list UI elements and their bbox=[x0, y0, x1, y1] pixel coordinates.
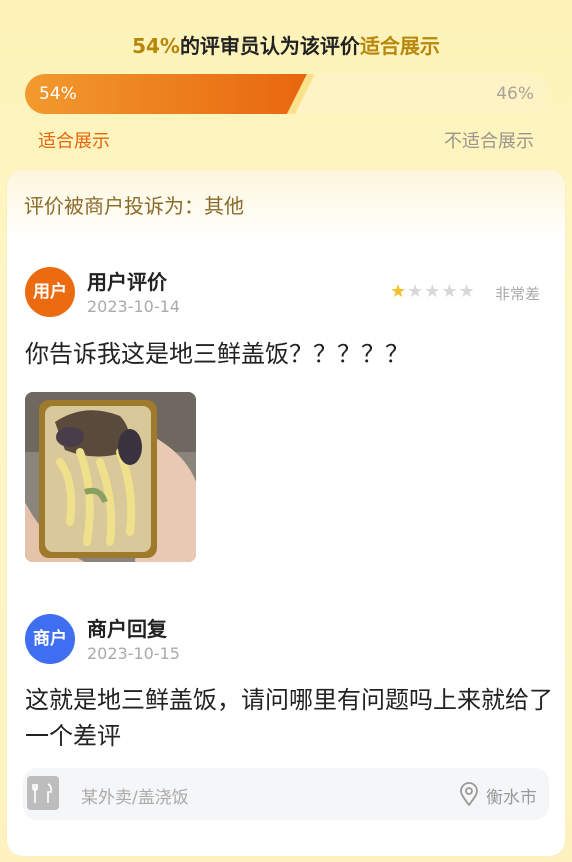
user-avatar: 用户 bbox=[25, 267, 75, 317]
user-review-text: 你告诉我这是地三鲜盖饭？？？？？ bbox=[25, 340, 409, 368]
title-middle: 的评审员认为该评价 bbox=[179, 34, 360, 58]
vote-progress-bar: 54% 46% bbox=[25, 74, 548, 114]
complaint-reason: 评价被商户投诉为：其他 bbox=[24, 194, 244, 218]
suitable-label: 适合展示 bbox=[38, 131, 110, 152]
shop-name: 某外卖/盖浇饭 bbox=[81, 788, 189, 808]
star-empty-icon: ★ bbox=[424, 281, 442, 302]
rating-text: 非常差 bbox=[495, 285, 541, 303]
shop-city: 衡水市 bbox=[486, 788, 537, 808]
unsuitable-label: 不适合展示 bbox=[444, 131, 534, 152]
restaurant-icon bbox=[27, 776, 59, 810]
title-percent: 54% bbox=[132, 34, 180, 58]
user-review-date: 2023-10-14 bbox=[87, 297, 180, 316]
location-pin-icon bbox=[459, 782, 479, 807]
vote-summary: 54%的评审员认为该评价适合展示 54% 46% 适合展示 不适合展示 bbox=[0, 0, 572, 170]
star-empty-icon: ★ bbox=[407, 281, 425, 302]
star-filled-icon: ★ bbox=[390, 281, 408, 302]
merchant-reply-text: 这就是地三鲜盖饭，请问哪里有问题吗上来就给了一个差评 bbox=[25, 686, 553, 750]
merchant-avatar: 商户 bbox=[25, 614, 75, 664]
star-rating: ★★★★★ bbox=[390, 281, 476, 302]
review-card: 评价被商户投诉为：其他 用户 用户评价 2023-10-14 ★★★★★ 非常差… bbox=[7, 170, 565, 856]
title-verdict: 适合展示 bbox=[359, 34, 440, 58]
unsuitable-percent: 46% bbox=[496, 84, 534, 104]
star-empty-icon: ★ bbox=[441, 281, 459, 302]
user-review-title: 用户评价 bbox=[87, 270, 167, 294]
shop-info-bar[interactable]: 某外卖/盖浇饭 衡水市 bbox=[23, 768, 549, 820]
merchant-reply-date: 2023-10-15 bbox=[87, 644, 180, 663]
suitable-percent: 54% bbox=[39, 84, 77, 104]
merchant-reply-title: 商户回复 bbox=[87, 617, 167, 641]
review-photo[interactable] bbox=[25, 392, 196, 562]
star-empty-icon: ★ bbox=[458, 281, 476, 302]
complaint-header: 评价被商户投诉为：其他 bbox=[7, 170, 565, 240]
vote-summary-title: 54%的评审员认为该评价适合展示 bbox=[0, 30, 572, 59]
